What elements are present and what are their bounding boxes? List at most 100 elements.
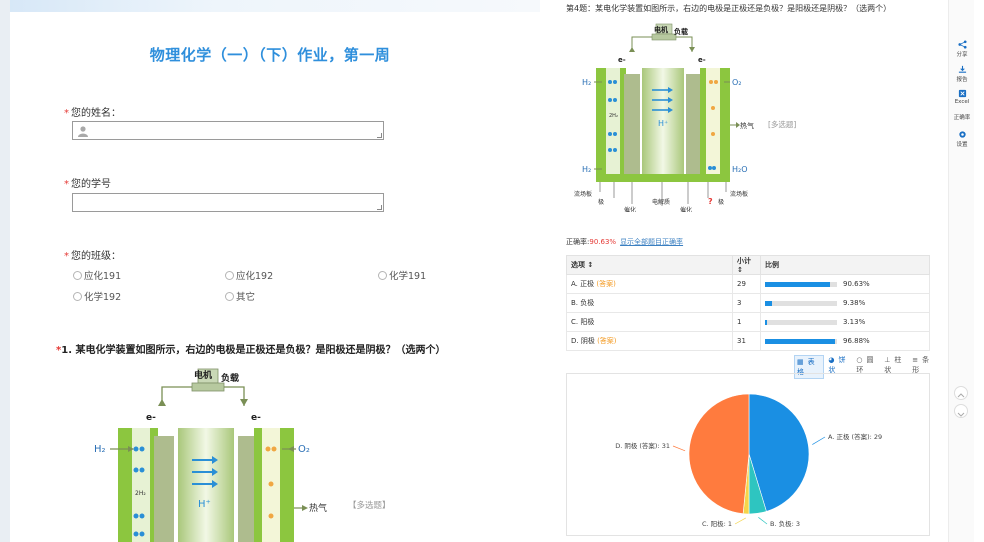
option-cell: A. 正极 (答案) <box>566 274 733 294</box>
class-label-text: 您的班级： <box>71 251 121 262</box>
percent-text: 96.88% <box>843 337 870 345</box>
question-type-tag: 【多选题】 <box>348 501 391 511</box>
share-button[interactable]: 分享 <box>949 40 975 58</box>
name-input[interactable] <box>72 121 384 140</box>
percent-bar-fill <box>765 319 768 325</box>
h2-molecule <box>133 446 139 452</box>
anode-channel <box>132 428 150 542</box>
student-id-input[interactable] <box>72 193 384 212</box>
pie-slice[interactable] <box>688 393 750 515</box>
o2-molecule <box>271 446 277 452</box>
excel-export-button[interactable]: Excel <box>949 89 975 105</box>
base-plate <box>596 174 730 182</box>
resize-handle[interactable] <box>377 205 382 210</box>
option-cell: B. 负极 <box>566 293 733 313</box>
accuracy-label: 正确率 <box>953 115 971 121</box>
sort-icon[interactable]: ↕ <box>585 261 593 269</box>
h2o-molecule <box>708 166 712 170</box>
radio-circle[interactable] <box>73 291 82 301</box>
class-option-radio[interactable]: 应化192 <box>225 268 273 282</box>
share-icon <box>957 40 967 49</box>
scroll-up-button[interactable] <box>954 386 968 400</box>
class-question-label: * 您的班级： <box>64 247 121 262</box>
column-header-count[interactable]: 小计 ↕ <box>732 255 761 275</box>
option-text: D. 阴极 <box>571 337 595 345</box>
motor-label: 电机 <box>194 369 212 381</box>
resize-handle[interactable] <box>377 133 382 138</box>
o2-label: O₂ <box>732 78 742 87</box>
question-type-tag: [多选题] <box>768 120 797 129</box>
scroll-down-button[interactable] <box>954 404 968 418</box>
electron-right-label: e- <box>698 56 706 64</box>
radio-circle[interactable] <box>73 270 82 280</box>
h2-molecule <box>133 531 139 537</box>
sort-icon[interactable]: ↕ <box>737 266 743 274</box>
class-option-radio[interactable]: 化学191 <box>378 268 426 282</box>
share-label: 分享 <box>956 52 968 58</box>
table-row: D. 阴极 (答案) 31 96.88% <box>566 331 930 351</box>
electron-right-label: e- <box>251 413 261 423</box>
arrow-down-icon <box>240 399 248 406</box>
motor-label: 电机 <box>654 25 668 34</box>
catalyst-left-label: 催化 <box>624 206 636 212</box>
student-id-question-label: * 您的学号 <box>64 175 111 190</box>
electrode-right-label: 极 <box>718 198 724 206</box>
radio-circle[interactable] <box>225 291 234 301</box>
column-header-option[interactable]: 选项 ↕ <box>566 255 733 275</box>
h2-molecule <box>613 132 617 136</box>
load-label: 负载 <box>221 372 239 384</box>
wire-left <box>631 36 652 52</box>
pie-chart: A. 正极 (答案): 29 B. 负极: 3 C. 阳极: 1 D. 阴极 (答案)… <box>615 393 882 528</box>
table-header-row: 选项 ↕ 小计 ↕ 比例 <box>566 255 930 275</box>
electrode-left-label: 极 <box>598 198 604 206</box>
required-mark: * <box>64 108 69 119</box>
percent-bar <box>765 300 837 306</box>
column-chart-icon: ⊥ <box>884 356 891 364</box>
h2-molecule <box>133 467 139 473</box>
motor-base <box>191 382 225 392</box>
class-option-radio[interactable]: 化学192 <box>73 289 121 303</box>
class-option-label: 化学192 <box>84 292 122 303</box>
gear-icon <box>958 131 966 138</box>
h2-label: H₂ <box>582 78 591 87</box>
class-option-radio[interactable]: 其它 <box>225 289 255 303</box>
table-row: A. 正极 (答案) 29 90.63% <box>566 274 930 294</box>
electron-left-label: e- <box>146 413 156 423</box>
electron-left-label: e- <box>618 56 626 64</box>
accuracy-button[interactable]: 正确率 <box>949 113 975 121</box>
percent-cell: 3.13% <box>760 312 930 332</box>
question-1-text: 1. 某电化学装置如图所示，右边的电极是正极还是负极？是阳极还是阴极？（选两个） <box>61 345 446 356</box>
pie-leader-line <box>734 517 747 525</box>
pie-leader-line <box>672 445 686 452</box>
required-mark: * <box>64 179 69 190</box>
settings-button[interactable]: 设置 <box>949 130 975 148</box>
class-option-label: 化学191 <box>389 271 427 282</box>
catalyst-right-label: 催化 <box>680 206 692 212</box>
h2-molecule <box>613 80 617 84</box>
option-text: C. 阳极 <box>571 318 595 326</box>
option-text: B. 负极 <box>571 299 595 307</box>
h2-molecule <box>139 531 145 537</box>
h2-label: H₂ <box>94 444 106 455</box>
o-atom <box>268 481 274 487</box>
count-cell: 3 <box>732 293 761 313</box>
column-header-text: 小计 <box>737 257 751 265</box>
h2-out-label: H₂ <box>582 165 591 174</box>
question-1-title: *1. 某电化学装置如图所示，右边的电极是正极还是负极？是阳极还是阴极？（选两个… <box>56 341 445 356</box>
option-cell: C. 阳极 <box>566 312 733 332</box>
show-all-accuracy-link[interactable]: 显示全部题目正确率 <box>620 238 683 246</box>
chevron-up-icon <box>957 393 965 398</box>
settings-label: 设置 <box>956 142 968 148</box>
percent-bar-fill <box>765 281 831 287</box>
o-atom <box>268 513 274 519</box>
pie-data-label: D. 阴极 (答案): 31 <box>615 441 670 450</box>
radio-circle[interactable] <box>378 270 387 280</box>
accuracy-value: 90.63% <box>589 238 617 246</box>
radio-circle[interactable] <box>225 270 234 280</box>
class-option-radio[interactable]: 应化191 <box>73 268 121 282</box>
download-report-button[interactable]: 报告 <box>949 65 975 83</box>
table-row: C. 阳极 1 3.13% <box>566 312 930 332</box>
class-option-label: 应化192 <box>236 271 274 282</box>
load-label: 负载 <box>674 27 688 36</box>
h2-molecule <box>139 513 145 519</box>
